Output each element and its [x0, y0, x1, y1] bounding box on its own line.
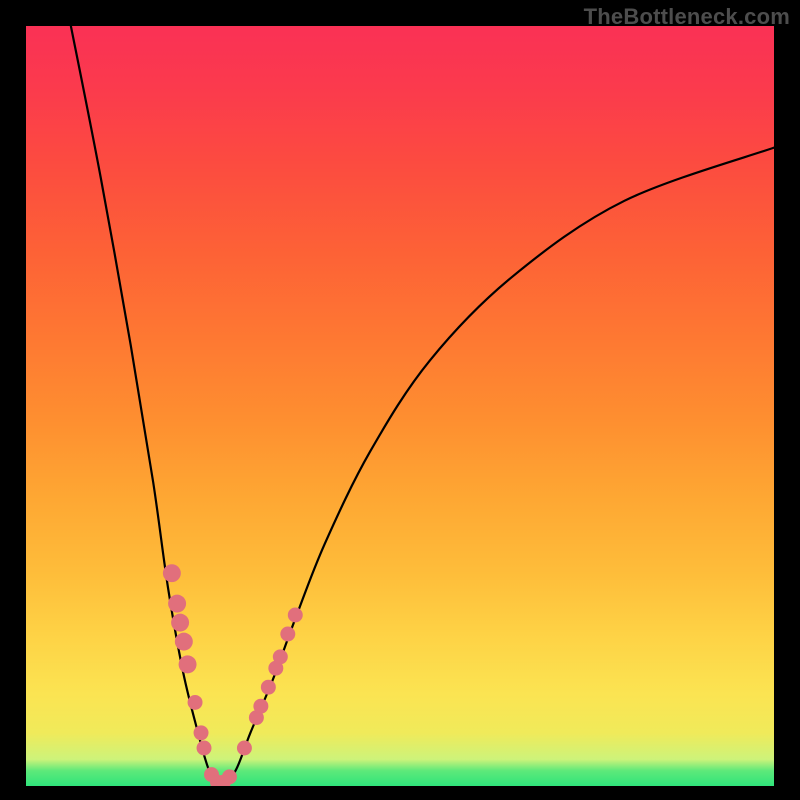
- data-marker: [197, 741, 212, 756]
- data-marker: [168, 595, 186, 613]
- plot-area: [26, 26, 774, 786]
- data-marker: [175, 633, 193, 651]
- data-marker: [179, 655, 197, 673]
- data-marker: [253, 699, 268, 714]
- data-marker: [273, 649, 288, 664]
- bottleneck-curve: [71, 26, 774, 786]
- chart-frame: TheBottleneck.com: [0, 0, 800, 800]
- data-marker: [261, 680, 276, 695]
- data-marker: [222, 769, 237, 784]
- data-marker: [194, 725, 209, 740]
- data-marker: [171, 614, 189, 632]
- data-marker: [288, 608, 303, 623]
- data-marker: [280, 627, 295, 642]
- data-marker: [188, 695, 203, 710]
- data-marker: [237, 741, 252, 756]
- curve-layer: [26, 26, 774, 786]
- data-marker: [163, 564, 181, 582]
